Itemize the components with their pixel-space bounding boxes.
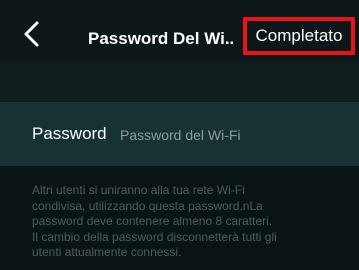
password-label: Password xyxy=(32,124,107,143)
navigation-bar: Password Del Wi.. Completato xyxy=(0,0,359,62)
section-spacer xyxy=(0,62,359,102)
help-line: Il cambio della password disconnetterà t… xyxy=(32,229,277,244)
page-title: Password Del Wi.. xyxy=(88,29,235,48)
help-line: condivisa, utilizzando questa password.n… xyxy=(32,198,263,213)
wifi-password-screen: Password Del Wi.. Completato Password Al… xyxy=(0,0,359,270)
help-line: utenti attualmente connessi. xyxy=(32,245,182,259)
help-text: Altri utenti si uniranno alla tua rete W… xyxy=(32,183,357,261)
help-line: password deve contenere almeno 8 caratte… xyxy=(32,214,273,228)
back-button[interactable] xyxy=(22,20,42,48)
chevron-left-icon xyxy=(24,21,39,47)
done-button[interactable]: Completato xyxy=(243,17,355,55)
password-input[interactable] xyxy=(120,124,345,146)
help-line: Altri utenti si uniranno alla tua rete W… xyxy=(32,183,245,197)
done-button-label: Completato xyxy=(255,26,343,45)
